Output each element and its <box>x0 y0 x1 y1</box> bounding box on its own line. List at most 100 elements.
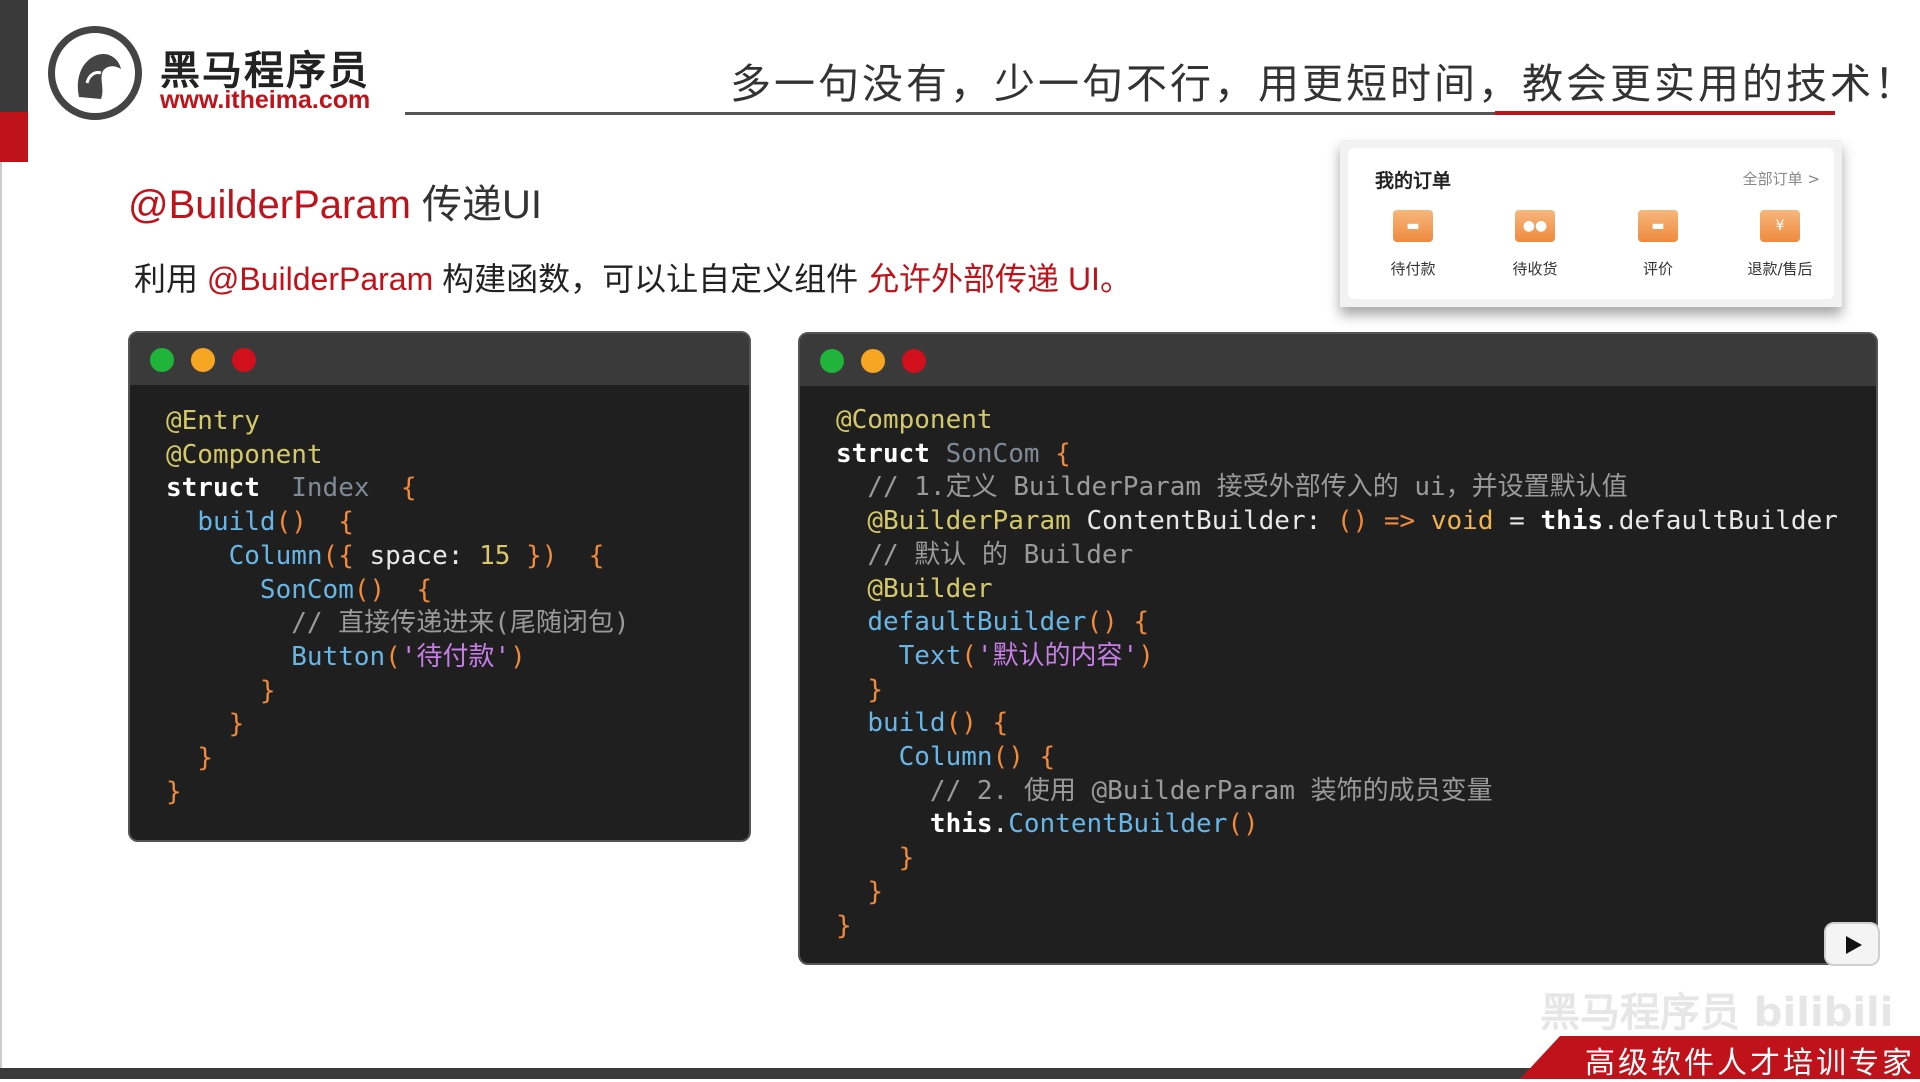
code-token: .defaultBuilder <box>1603 506 1838 537</box>
desc-part-2: 构建函数，可以让自定义组件 <box>433 261 868 297</box>
code-token: } <box>898 843 915 874</box>
code-token: { <box>1039 742 1056 773</box>
title-rest: 传递UI <box>410 183 543 227</box>
code-token: // 1.定义 BuilderParam 接受外部传入的 ui，并设置默认值 <box>867 472 1628 503</box>
code-token: struct <box>166 473 260 504</box>
order-item-refund[interactable]: ¥ 退款/售后 <box>1730 210 1830 279</box>
window-titlebar <box>130 333 749 385</box>
brand-url: www.itheima.com <box>160 86 371 114</box>
code-token: ) <box>541 540 558 571</box>
code-token: ) <box>510 641 526 672</box>
brand-logo: 黑马程序员 www.itheima.com <box>48 26 378 122</box>
code-token: () <box>353 574 386 605</box>
code-token: () <box>275 507 307 538</box>
desc-accent-2: 允许外部传递 UI。 <box>867 261 1132 297</box>
description: 利用 @BuilderParam 构建函数，可以让自定义组件 允许外部传递 UI… <box>134 254 1132 300</box>
code-token: this <box>929 809 993 840</box>
code-token: // 2. 使用 @BuilderParam 装饰的成员变量 <box>929 775 1493 806</box>
code-token: @Builder <box>867 573 993 604</box>
window-close-icon <box>232 348 256 372</box>
window-maximize-icon <box>820 349 844 373</box>
wallet-icon: ▬ <box>1393 210 1433 242</box>
code-token: '默认的内容' <box>976 640 1139 671</box>
order-item-pending-receipt[interactable]: ●● 待收货 <box>1485 210 1585 279</box>
header-divider <box>405 112 1500 115</box>
code-token: @Component <box>166 439 323 470</box>
comment-icon: ▬ <box>1638 210 1678 242</box>
code-token: { <box>338 507 354 538</box>
code-token: this <box>1540 506 1604 537</box>
code-token: { <box>588 540 605 571</box>
code-token: Index <box>291 473 370 504</box>
truck-icon: ●● <box>1515 210 1555 242</box>
window-minimize-icon <box>861 349 885 373</box>
play-icon <box>1846 936 1862 954</box>
code-token: // 直接传递进来(尾随闭包) <box>291 608 630 639</box>
window-minimize-icon <box>191 348 215 372</box>
left-accent-bar <box>0 0 28 112</box>
desc-accent-1: @BuilderParam <box>206 261 434 297</box>
code-token: @Entry <box>166 406 260 436</box>
code-token: () <box>992 742 1024 773</box>
all-orders-link[interactable]: 全部订单 > <box>1743 168 1820 189</box>
code-token: ( <box>385 641 401 672</box>
code-token: '待付款' <box>400 641 511 672</box>
code-token: } <box>526 540 542 571</box>
code-token: } <box>259 675 276 706</box>
code-token: SonCom <box>945 438 1040 469</box>
order-item-pending-payment[interactable]: ▬ 待付款 <box>1363 210 1463 279</box>
code-token: } <box>867 876 883 907</box>
code-window-index: @Entry @Component struct Index { build()… <box>128 331 751 842</box>
code-token: => <box>1383 506 1416 537</box>
left-accent-bar-red <box>0 112 28 162</box>
code-token: space: <box>353 540 480 571</box>
code-token: { <box>338 540 354 571</box>
code-token: struct <box>836 438 930 469</box>
code-token: } <box>867 674 883 705</box>
order-item-label: 待收货 <box>1512 260 1558 278</box>
header-slogan: 多一句没有，少一句不行，用更短时间，教会更实用的技术！ <box>730 60 1918 108</box>
window-titlebar <box>800 334 1876 386</box>
title-accent: @BuilderParam <box>128 183 411 227</box>
window-close-icon <box>902 349 926 373</box>
video-play-button[interactable] <box>1824 922 1880 966</box>
header-divider-accent <box>1495 111 1835 115</box>
code-block-soncom: @Component struct SonCom { // 1.定义 Build… <box>836 404 1838 943</box>
code-token: defaultBuilder <box>867 607 1087 638</box>
code-token: { <box>1133 607 1150 638</box>
code-token: { <box>992 708 1009 739</box>
code-block-index: @Entry @Component struct Index { build()… <box>166 405 630 809</box>
code-token: @BuilderParam <box>867 506 1071 537</box>
code-token: 15 <box>479 540 511 571</box>
code-token: ( <box>961 640 977 671</box>
code-token: SonCom <box>259 574 354 605</box>
order-item-review[interactable]: ▬ 评价 <box>1608 210 1708 279</box>
code-window-soncom: @Component struct SonCom { // 1.定义 Build… <box>798 332 1878 965</box>
code-token: = <box>1493 506 1541 537</box>
order-card: 我的订单 全部订单 > ▬ 待付款 ●● 待收货 ▬ 评价 ¥ 退款/售后 <box>1340 140 1842 307</box>
code-token: } <box>197 743 213 774</box>
code-token: } <box>836 910 852 941</box>
code-token: build <box>867 708 946 739</box>
